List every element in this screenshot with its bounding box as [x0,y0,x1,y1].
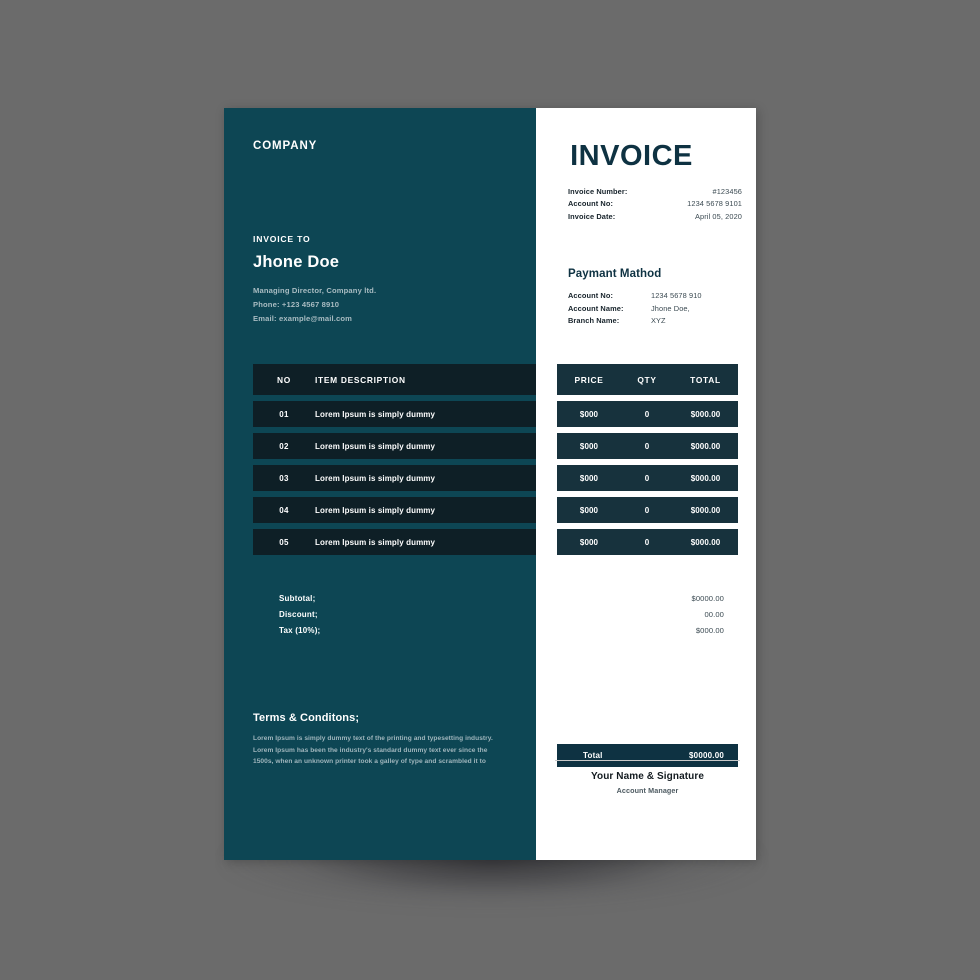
total-value: $000.00 [690,505,721,515]
totals-labels: Subtotal; Discount; Tax (10%); [279,591,320,639]
payment-account-name-label: Account Name: [568,303,624,313]
company-logo: COMPANY [253,140,318,152]
total-value: $000.00 [690,409,721,419]
tax-label: Tax (10%); [279,626,321,635]
item-description: Lorem Ipsum is simply dummy [315,537,436,547]
item-no: 05 [279,537,289,547]
price-value: $000 [579,505,599,515]
invoice-to-label: INVOICE TO [253,234,311,244]
invoice-date-label: Invoice Date: [568,211,616,221]
items-table: NO ITEM DESCRIPTION 01 Lorem Ipsum is si… [253,364,536,555]
item-description: Lorem Ipsum is simply dummy [315,473,436,483]
price-value: $000 [579,441,599,451]
subtotal-label: Subtotal; [279,594,316,603]
client-email: Email: example@mail.com [253,314,353,324]
payment-account-name-value: Jhone Doe, [651,303,690,313]
right-white-panel: INVOICE Invoice Number: #123456 Account … [536,108,756,860]
items-header-no: NO [277,374,291,385]
item-description: Lorem Ipsum is simply dummy [315,441,436,451]
client-role: Managing Director, Company ltd. [253,286,377,295]
discount-label: Discount; [279,610,318,619]
price-header-qty: QTY [637,374,657,385]
qty-value: 0 [644,473,650,483]
discount-value: 00.00 [704,610,724,619]
invoice-sheet: COMPANY INVOICE TO Jhone Doe Managing Di… [224,108,756,860]
terms-line: Lorem Ipsum has been the industry's stan… [253,746,488,754]
payment-row: Branch Name: XYZ [568,315,742,328]
payment-account-no-label: Account No: [568,291,614,300]
invoice-meta-row: Invoice Number: #123456 [568,186,742,198]
qty-value: 0 [644,505,650,515]
qty-value: 0 [644,537,650,547]
table-row: $000 0 $000.00 [557,529,738,555]
table-row: $000 0 $000.00 [557,401,738,427]
invoice-number-value: #123456 [712,187,742,196]
grand-total-value: $0000.00 [689,751,724,760]
signature-role: Account Manager [616,786,679,795]
totals-values: $0000.00 00.00 $000.00 [557,591,738,639]
price-table: PRICE QTY TOTAL $000 0 $000.00 $000 0 $0… [557,364,738,555]
terms-and-conditions-block: Terms & Conditons; Lorem Ipsum is simply… [253,712,501,768]
terms-body: Lorem Ipsum is simply dummy text of the … [253,733,501,768]
table-row: $000 0 $000.00 [557,497,738,523]
account-no-value: 1234 5678 9101 [687,199,742,209]
price-value: $000 [579,409,599,419]
payment-branch-name-label: Branch Name: [568,316,620,326]
payment-row: Account Name: Jhone Doe, [568,303,742,316]
total-value: $000.00 [690,473,721,483]
invoice-meta-row: Account No: 1234 5678 9101 [568,198,742,210]
invoice-mockup-stage: COMPANY INVOICE TO Jhone Doe Managing Di… [0,0,980,980]
terms-title: Terms & Conditons; [253,712,360,724]
price-table-header: PRICE QTY TOTAL [557,364,738,395]
item-no: 01 [279,409,289,419]
tax-value: $000.00 [695,626,724,635]
items-table-header: NO ITEM DESCRIPTION [253,364,536,395]
items-header-description: ITEM DESCRIPTION [315,374,406,385]
invoice-to-block: INVOICE TO Jhone Doe Managing Director, … [253,234,376,327]
item-no: 03 [279,473,289,483]
signature-name: Your Name & Signature [590,771,705,782]
invoice-number-label: Invoice Number: [568,187,628,196]
price-header-total: TOTAL [690,374,721,385]
table-row: 03 Lorem Ipsum is simply dummy [253,465,536,491]
grand-total-bar: Total $0000.00 [557,744,738,767]
table-row: 02 Lorem Ipsum is simply dummy [253,433,536,459]
total-value: $000.00 [690,441,721,451]
payment-row: Account No: 1234 5678 910 [568,290,742,303]
invoice-meta-row: Invoice Date: April 05, 2020 [568,211,742,223]
table-row: 04 Lorem Ipsum is simply dummy [253,497,536,523]
price-value: $000 [579,537,599,547]
invoice-meta-list: Invoice Number: #123456 Account No: 1234… [568,186,742,223]
item-no: 04 [279,505,289,515]
item-no: 02 [279,441,289,451]
client-contact-details: Managing Director, Company ltd. Phone: +… [253,284,376,327]
left-teal-panel: COMPANY INVOICE TO Jhone Doe Managing Di… [224,108,536,860]
payment-method-title: Paymant Mathod [568,268,662,280]
item-description: Lorem Ipsum is simply dummy [315,505,436,515]
table-row: $000 0 $000.00 [557,465,738,491]
price-value: $000 [579,473,599,483]
account-no-label: Account No: [568,199,614,209]
table-row: $000 0 $000.00 [557,433,738,459]
signature-divider [555,760,740,761]
qty-value: 0 [644,409,650,419]
item-description: Lorem Ipsum is simply dummy [315,409,436,419]
total-value: $000.00 [690,537,721,547]
page-title: INVOICE [570,140,693,172]
table-row: 05 Lorem Ipsum is simply dummy [253,529,536,555]
invoice-date-value: April 05, 2020 [694,211,742,221]
client-phone: Phone: +123 4567 8910 [253,300,340,310]
grand-total-label: Total [583,751,603,760]
payment-branch-name-value: XYZ [651,316,666,326]
terms-line: Lorem Ipsum is simply dummy text of the … [253,735,493,742]
payment-method-block: Paymant Mathod Account No: 1234 5678 910… [568,268,742,328]
subtotal-value: $0000.00 [691,594,724,603]
table-row: 01 Lorem Ipsum is simply dummy [253,401,536,427]
payment-account-no-value: 1234 5678 910 [651,291,702,300]
terms-line: 1500s, when an unknown printer took a ga… [253,758,486,766]
client-name: Jhone Doe [253,253,340,271]
qty-value: 0 [644,441,650,451]
price-header-price: PRICE [574,374,604,385]
